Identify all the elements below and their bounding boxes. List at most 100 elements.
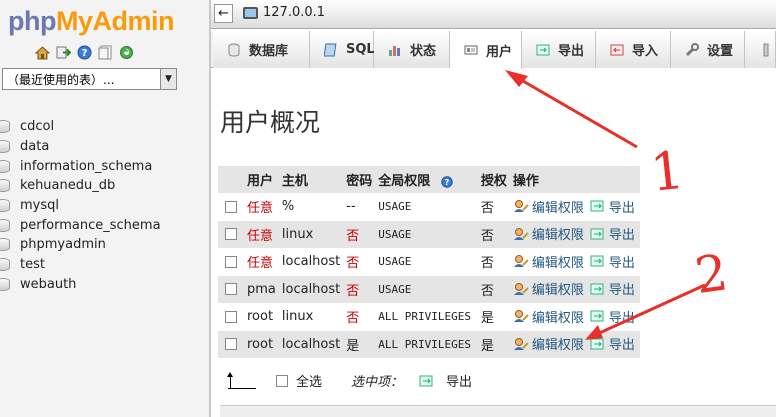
database-item[interactable]: performance_schema [0, 215, 161, 235]
actions-cell: 编辑权限 导出 [509, 303, 640, 331]
users-icon [464, 43, 478, 57]
tab-export[interactable]: 导出 [522, 31, 596, 68]
select-all-checkbox[interactable] [276, 374, 288, 387]
export-link[interactable]: 导出 [590, 197, 635, 216]
users-table-body: 任意% -- USAGE 否编辑权限 导出 任意 linux 否 USAGE 否编辑权限 导出 任意 l… [218, 193, 640, 358]
status-icon [388, 43, 402, 57]
export-icon [590, 282, 606, 296]
edit-privileges-link[interactable]: 编辑权限 [513, 224, 584, 243]
export-icon [590, 337, 606, 351]
actions-cell: 编辑权限 导出 [509, 330, 640, 358]
sql-icon [323, 43, 338, 57]
table-header-row: 用户 主机 密码 全局权限 ? 授权 操作 [218, 166, 640, 193]
password-cell: 否 [343, 303, 376, 331]
database-icon [0, 179, 10, 193]
edit-privileges-link[interactable]: 编辑权限 [513, 307, 584, 326]
user-cell: root [244, 303, 279, 331]
edit-privileges-link[interactable]: 编辑权限 [513, 252, 584, 271]
phpmyadmin-logo[interactable]: phpMyAdmin [8, 6, 174, 37]
grant-cell: 否 [477, 193, 510, 221]
host-cell: localhost [278, 330, 344, 358]
grant-cell: 否 [477, 275, 510, 303]
database-icon [0, 120, 10, 134]
tab-more[interactable] [745, 31, 776, 68]
row-checkbox[interactable] [225, 255, 237, 268]
header-global-privileges-label: 全局权限 [378, 174, 431, 189]
database-item[interactable]: webauth [0, 275, 161, 295]
export-link[interactable]: 导出 [590, 279, 635, 298]
row-checkbox-cell [218, 193, 244, 221]
navigation-panel: phpMyAdmin ? （最近使用的表）... ▼ cdcol data in… [0, 0, 209, 417]
tab-users[interactable]: 用户 [450, 31, 522, 69]
tab-import[interactable]: 导入 [596, 31, 671, 68]
database-item[interactable]: mysql [0, 196, 161, 216]
row-checkbox[interactable] [225, 338, 237, 351]
export-icon [590, 199, 606, 213]
database-name: kehuanedu_db [20, 178, 116, 194]
breadcrumb-server[interactable]: 127.0.0.1 [263, 5, 325, 20]
export-link[interactable]: 导出 [590, 224, 635, 243]
export-link[interactable]: 导出 [590, 307, 635, 326]
help-icon[interactable]: ? [435, 174, 453, 189]
main-tabs: 数据库 SQL 状态 用户 导出 导入 设置 [211, 31, 776, 69]
export-link[interactable]: 导出 [590, 252, 635, 271]
wrench-icon [685, 42, 699, 57]
row-checkbox[interactable] [225, 310, 237, 323]
tab-status[interactable]: 状态 [374, 31, 450, 68]
nav-icon-bar: ? [34, 44, 135, 61]
password-cell: 否 [343, 220, 376, 248]
database-item[interactable]: information_schema [0, 156, 161, 176]
privileges-cell: USAGE [375, 275, 478, 303]
page-title: 用户概况 [220, 108, 321, 137]
database-item[interactable]: kehuanedu_db [0, 176, 161, 196]
database-item[interactable]: cdcol [0, 117, 161, 137]
annotation-arrow-1 [505, 70, 638, 149]
edit-privileges-icon [513, 282, 529, 296]
reload-icon[interactable] [118, 44, 135, 61]
tab-settings[interactable]: 设置 [671, 31, 745, 68]
grant-cell: 是 [477, 303, 510, 331]
privileges-cell: ALL PRIVILEGES [375, 303, 478, 331]
row-checkbox[interactable] [225, 283, 237, 296]
tab-databases[interactable]: 数据库 [213, 31, 310, 68]
recent-tables-select[interactable]: （最近使用的表）... ▼ [2, 68, 177, 90]
database-item[interactable]: phpmyadmin [0, 235, 161, 255]
edit-privileges-link[interactable]: 编辑权限 [513, 197, 584, 216]
edit-privileges-icon [513, 199, 529, 213]
password-cell: 是 [343, 330, 376, 358]
header-password: 密码 [343, 166, 376, 193]
chevron-down-icon[interactable]: ▼ [160, 69, 176, 89]
database-icon [227, 43, 241, 57]
home-icon[interactable] [34, 44, 51, 61]
database-item[interactable]: test [0, 255, 161, 275]
database-item[interactable]: data [0, 137, 161, 157]
grant-cell: 否 [477, 220, 510, 248]
export-label: 导出 [608, 338, 635, 353]
privileges-cell: ALL PRIVILEGES [375, 330, 478, 358]
row-checkbox[interactable] [225, 200, 237, 213]
export-icon [590, 309, 606, 323]
edit-privileges-icon [513, 309, 529, 323]
privileges-cell: USAGE [375, 193, 478, 221]
database-icon [0, 218, 10, 232]
export-link[interactable]: 导出 [590, 334, 635, 353]
grant-cell: 是 [477, 330, 510, 358]
password-cell: -- [343, 193, 376, 221]
edit-privileges-link[interactable]: 编辑权限 [513, 279, 584, 298]
with-selected-label: 选中项： [351, 375, 404, 390]
exit-icon[interactable] [55, 44, 72, 61]
collapse-nav-button[interactable]: ← [214, 4, 233, 23]
bulk-export-button[interactable]: 导出 [419, 371, 472, 390]
select-all-label[interactable]: 全选 [296, 371, 322, 390]
breadcrumb: 127.0.0.1 [243, 5, 325, 20]
svg-text:?: ? [82, 48, 88, 59]
next-section-panel [220, 405, 776, 417]
row-checkbox-cell [218, 330, 244, 358]
edit-privileges-link[interactable]: 编辑权限 [513, 334, 584, 353]
tab-sql[interactable]: SQL [310, 31, 375, 68]
user-cell: 任意 [244, 193, 279, 221]
bulk-actions: 全选 选中项： 导出 [227, 371, 472, 390]
docs-icon[interactable] [97, 44, 114, 61]
row-checkbox[interactable] [225, 228, 237, 241]
help-icon[interactable]: ? [76, 44, 93, 61]
